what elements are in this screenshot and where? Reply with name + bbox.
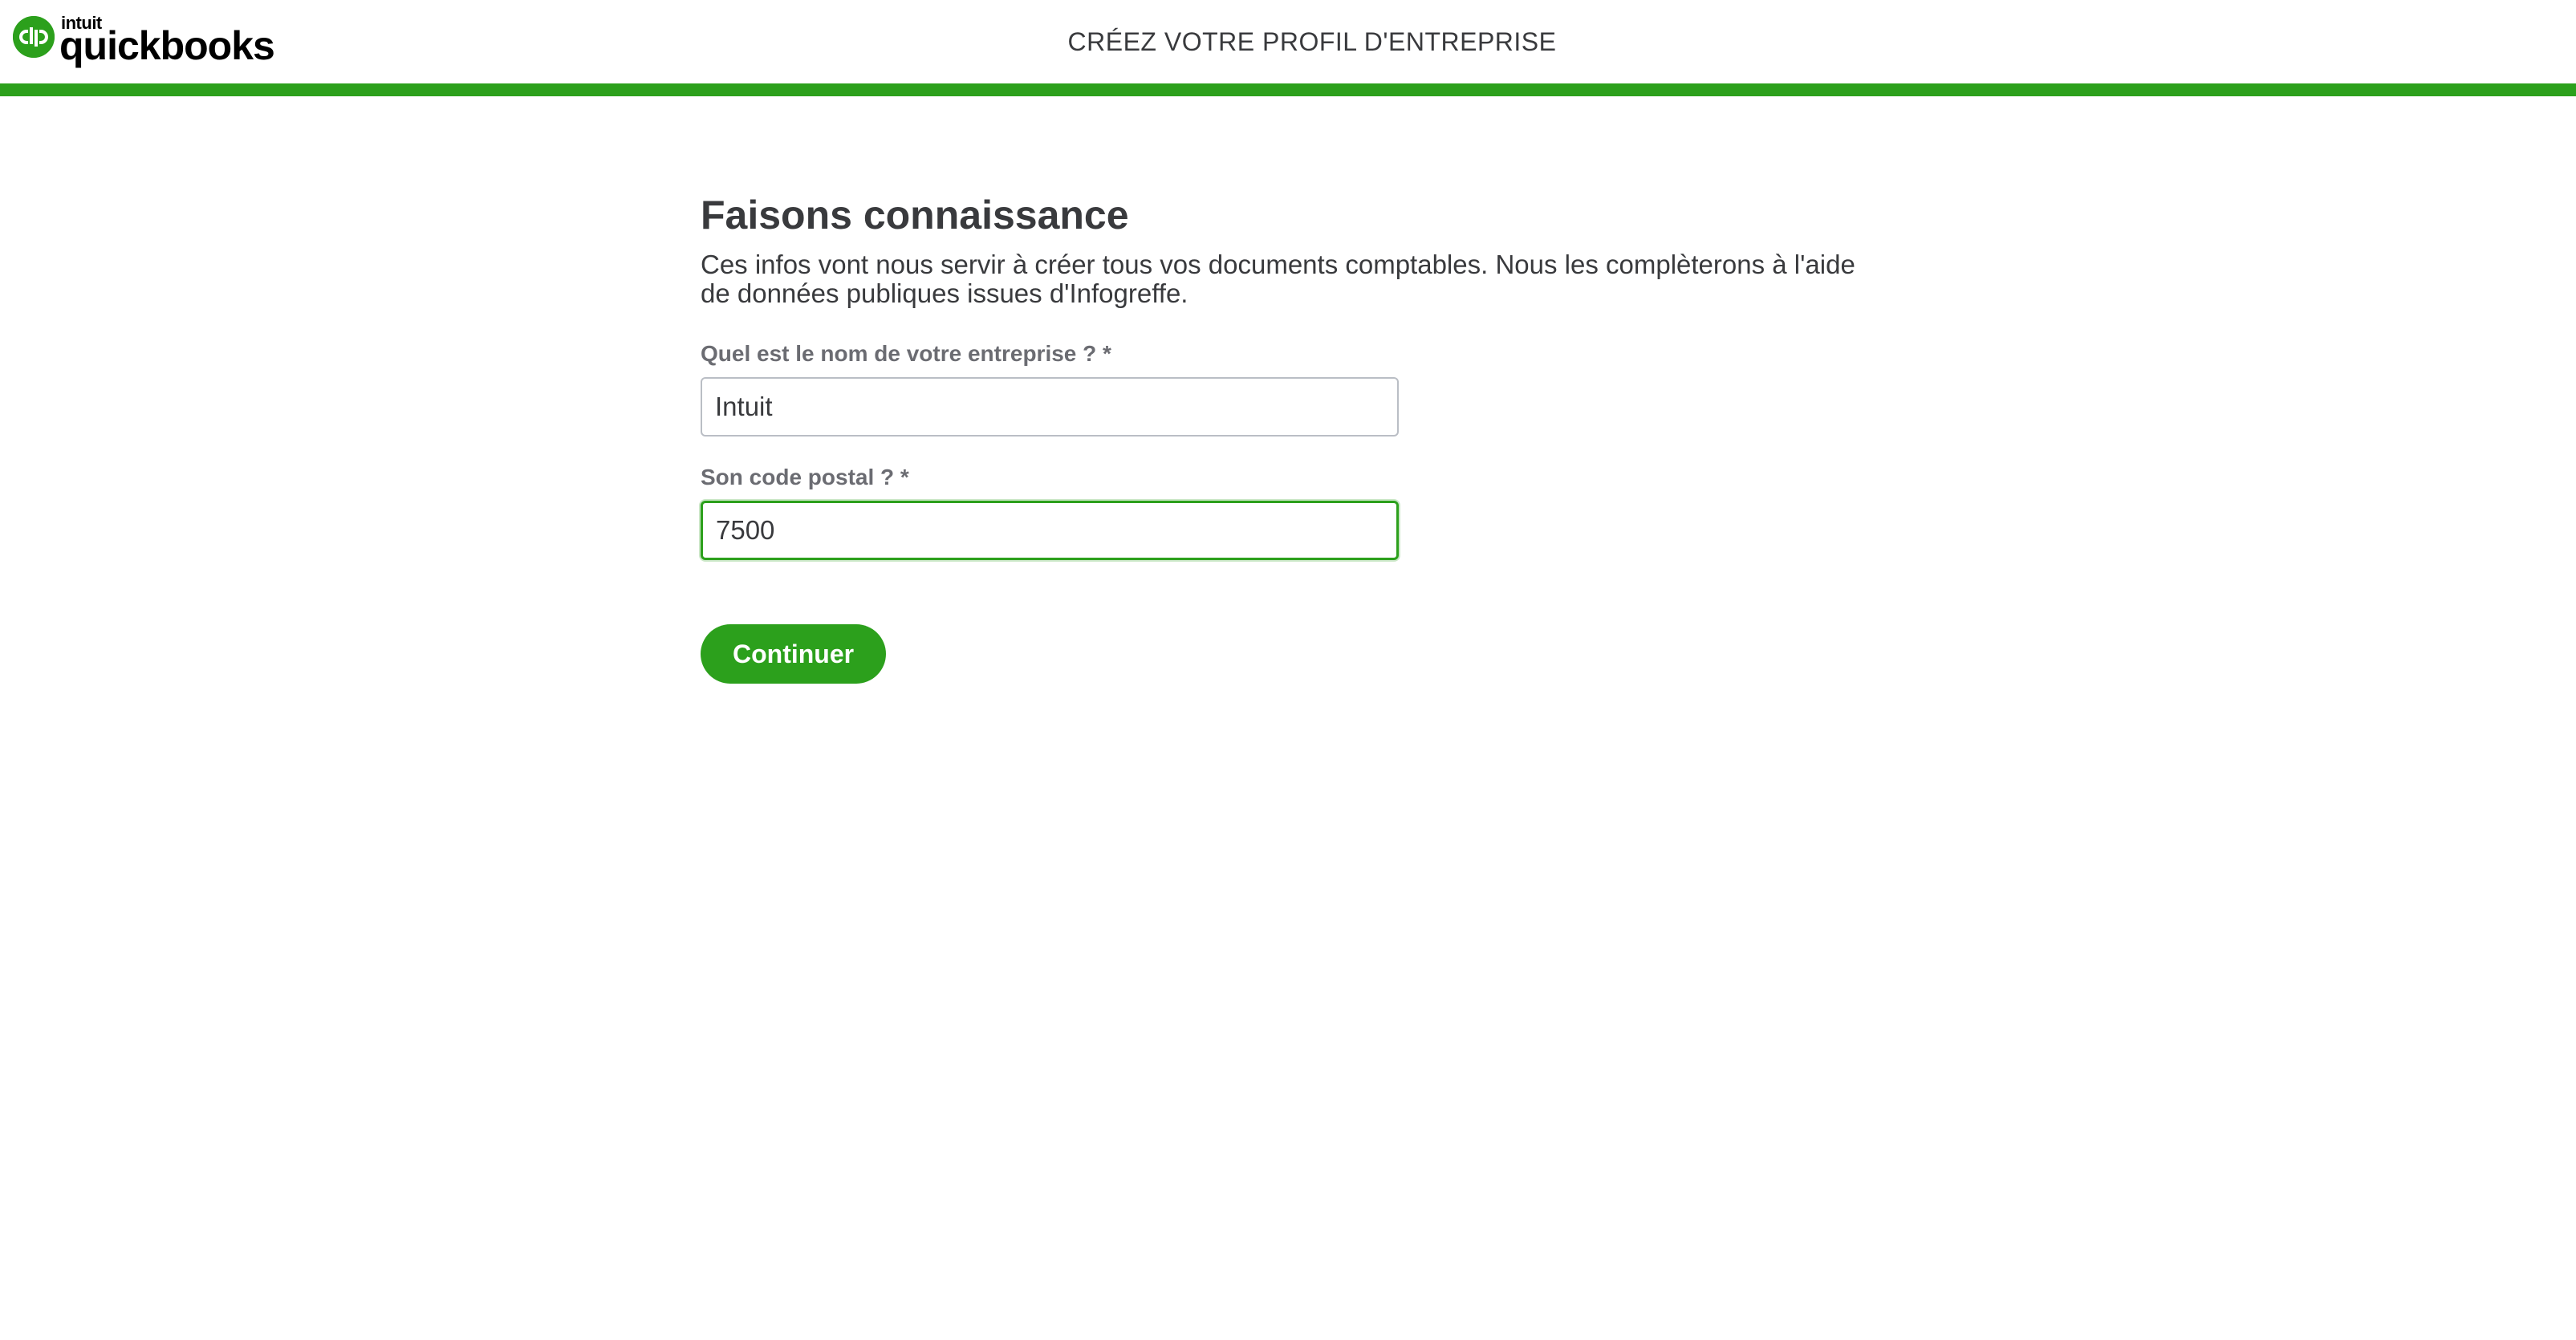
company-name-label: Quel est le nom de votre entreprise ? * [701,341,1111,366]
postal-code-label: Son code postal ? * [701,465,909,489]
intro-text: Ces infos vont nous servir à créer tous … [701,250,1855,308]
company-name-input[interactable] [701,377,1399,437]
progress-bar [0,83,2576,96]
page-title: Faisons connaissance [701,193,1129,238]
continue-button[interactable]: Continuer [701,624,887,684]
header-title: CRÉEZ VOTRE PROFIL D'ENTREPRISE [1067,27,1557,56]
header: intuit quickbooks CRÉEZ VOTRE PROFIL D'E… [0,0,2576,83]
page: intuit quickbooks CRÉEZ VOTRE PROFIL D'E… [0,0,2576,1340]
postal-code-input[interactable] [701,501,1399,560]
main-content: Faisons connaissance Ces infos vont nous… [701,189,1888,684]
